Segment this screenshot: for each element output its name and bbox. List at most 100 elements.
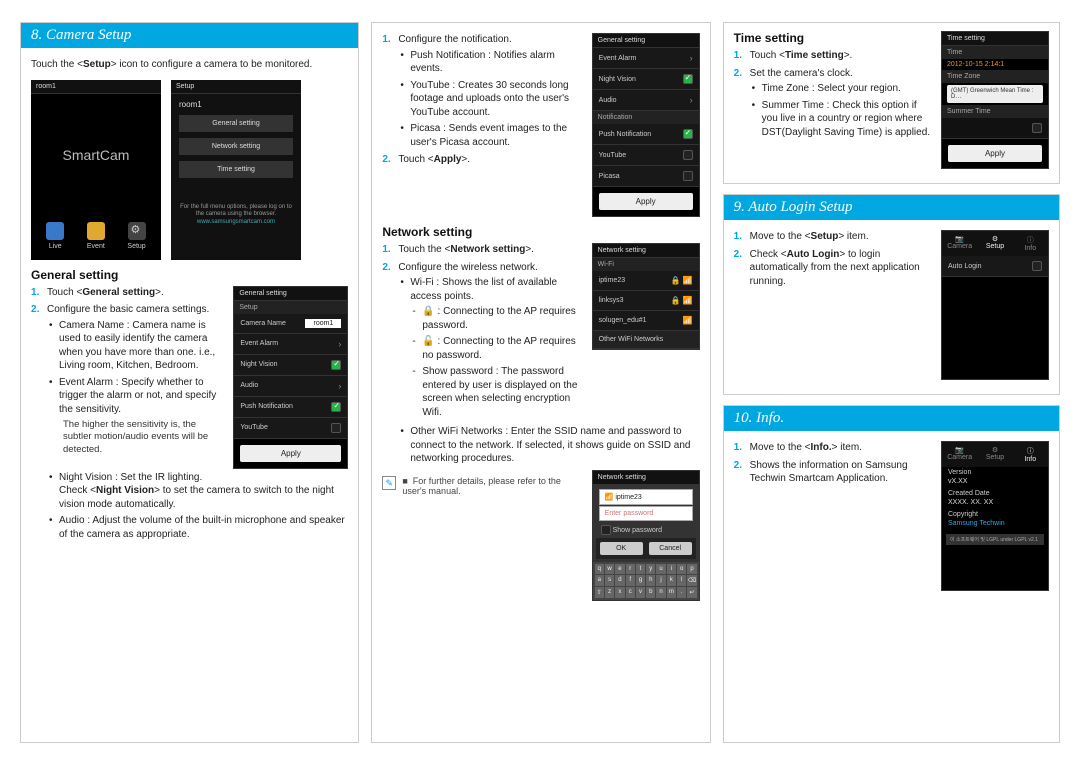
column-2: Configure the notification. Push Notific… (371, 22, 710, 743)
checkbox-on-icon[interactable] (683, 74, 693, 84)
info-version-label: Version (942, 467, 1048, 478)
bullet-event-alarm: Event Alarm : Specify whether to trigger… (47, 376, 225, 417)
tab-info[interactable]: ⓘInfo (1013, 231, 1048, 256)
gs-audio-row[interactable]: Audio› (234, 376, 347, 397)
note-text: For further details, please refer to the… (402, 476, 561, 496)
checkbox-off-icon[interactable] (683, 150, 693, 160)
notif-picasa-row[interactable]: Picasa (593, 166, 699, 187)
manual-page: 8. Camera Setup Touch the <Setup> icon t… (0, 0, 1080, 765)
time-step-2: Set the camera's clock. Time Zone : Sele… (734, 67, 933, 140)
gs-sub: Setup (234, 301, 347, 314)
screenshot-general-setting: General setting Setup Camera Nameroom1 E… (233, 286, 348, 469)
info-created-value: XXXX. XX. XX (942, 499, 1048, 509)
time-setting-heading: Time setting (734, 31, 933, 45)
checkbox-off-icon[interactable] (683, 171, 693, 181)
apply-button[interactable]: Apply (599, 193, 693, 210)
gs-night-vision-row[interactable]: Night Vision (234, 355, 347, 376)
section-8-title: 8. Camera Setup (21, 23, 358, 48)
bullet-night-vision: Night Vision : Set the IR lighting.Check… (47, 471, 348, 512)
gs-camera-name-row[interactable]: Camera Nameroom1 (234, 314, 347, 334)
ok-button[interactable]: OK (600, 542, 643, 555)
notif-section-label: Notification (593, 111, 699, 124)
bullet-picasa: Picasa : Sends event images to the user'… (398, 122, 583, 149)
info-step-1: Move to the <Info.> item. (734, 441, 933, 455)
info-copyright-label: Copyright (942, 509, 1048, 520)
dash-open: 🔓 : Connecting to the AP requires no pas… (410, 335, 583, 362)
cancel-button[interactable]: Cancel (649, 542, 692, 555)
column-3: Time setting Touch <Time setting>. Set t… (723, 22, 1060, 743)
info-footer: 이 소프트웨어 및 LGPL under LGPL v2.1 (946, 534, 1044, 545)
checkbox-off-icon[interactable] (331, 423, 341, 433)
auto-login-row[interactable]: Auto Login (942, 256, 1048, 277)
screenshot-wifi-list: Network setting Wi-Fi iptime23🔒 📶 linksy… (592, 243, 700, 350)
section-8-intro: Touch the <Setup> icon to configure a ca… (31, 58, 348, 72)
notif-step-4: Touch <Apply>. (382, 153, 583, 167)
notif-youtube-row[interactable]: YouTube (593, 145, 699, 166)
bullet-push: Push Notification : Notifies alarm event… (398, 49, 583, 76)
screenshot-setup-menu: Setup room1 General setting Network sett… (171, 80, 301, 260)
apply-button[interactable]: Apply (240, 445, 341, 462)
home-tab-event[interactable]: Event (87, 222, 105, 250)
notif-push-row[interactable]: Push Notification (593, 124, 699, 145)
tab-setup[interactable]: ⚙Setup (977, 442, 1012, 467)
tab-camera[interactable]: 📷Camera (942, 442, 977, 467)
setup-item-network[interactable]: Network setting (179, 138, 293, 155)
notif-night-vision-row[interactable]: Night Vision (593, 69, 699, 90)
section-10-title: 10. Info. (724, 406, 1059, 431)
checkbox-on-icon[interactable] (331, 360, 341, 370)
wifi-ap-2[interactable]: solugen_edu#1📶 (593, 311, 699, 331)
screenshot-info: 📷Camera ⚙Setup ⓘInfo Version vX.XX Creat… (941, 441, 1049, 591)
home-tab-live[interactable]: Live (46, 222, 64, 250)
notif-event-alarm-row[interactable]: Event Alarm› (593, 48, 699, 69)
tab-setup[interactable]: ⚙Setup (977, 231, 1012, 256)
ts-time-label: Time (942, 46, 1048, 59)
tab-camera[interactable]: 📷Camera (942, 231, 977, 256)
info-created-label: Created Date (942, 488, 1048, 499)
auto-step-2: Check <Auto Login> to login automaticall… (734, 248, 933, 289)
bullet-youtube: YouTube : Creates 30 seconds long footag… (398, 79, 583, 120)
show-password-checkbox[interactable] (601, 525, 611, 535)
setup-item-time[interactable]: Time setting (179, 161, 293, 178)
setup-room-label: room1 (171, 94, 301, 109)
setup-item-general[interactable]: General setting (179, 115, 293, 132)
notif-header: General setting (593, 34, 699, 48)
summer-checkbox[interactable] (1032, 123, 1042, 133)
note-row: ✎ ■ For further details, please refer to… (382, 476, 583, 496)
apply-button[interactable]: Apply (948, 145, 1042, 162)
gs-push-row[interactable]: Push Notification (234, 397, 347, 418)
gs-event-alarm-row[interactable]: Event Alarm› (234, 334, 347, 355)
info-box: 10. Info. Move to the <Info.> item. Show… (723, 405, 1060, 743)
bullet-audio: Audio : Adjust the volume of the built-i… (47, 514, 348, 541)
camera-icon (46, 222, 64, 240)
setup-note: For the full menu options, please log on… (171, 204, 301, 227)
gear-icon (128, 222, 146, 240)
timezone-select[interactable]: (GMT) Greenwich Mean Time : D… (947, 85, 1043, 103)
general-step-2: Configure the basic camera settings. Cam… (31, 303, 225, 456)
bullet-wifi: Wi-Fi : Shows the list of available acce… (398, 276, 583, 419)
screenshot-auto-login: 📷Camera ⚙Setup ⓘInfo Auto Login (941, 230, 1049, 380)
bullet-camera-name: Camera Name : Camera name is used to eas… (47, 319, 225, 373)
screenshot-wifi-password: Network setting 📶 iptime23 Enter passwor… (592, 470, 700, 601)
wifipw-header: Network setting (593, 471, 699, 485)
gs-youtube-row[interactable]: YouTube (234, 418, 347, 439)
auto-step-1: Move to the <Setup> item. (734, 230, 933, 244)
screenshot-notification: General setting Event Alarm› Night Visio… (592, 33, 700, 217)
tab-info[interactable]: ⓘInfo (1013, 442, 1048, 467)
home-tab-setup[interactable]: Setup (127, 222, 145, 250)
password-field[interactable]: Enter password (599, 506, 693, 521)
bell-icon (87, 222, 105, 240)
wifi-ap-0[interactable]: iptime23🔒 📶 (593, 271, 699, 291)
checkbox-on-icon[interactable] (683, 129, 693, 139)
note-icon: ✎ (382, 476, 396, 490)
checkbox-off-icon[interactable] (1032, 261, 1042, 271)
keyboard[interactable]: qwertyuiop asdfghjkl⌫ ⇧zxcvbnm.↵ (593, 562, 699, 600)
wifi-ap-1[interactable]: linksys3🔒 📶 (593, 291, 699, 311)
screenshot-smartcam-home: room1 SmartCam Live Event Setup (31, 80, 161, 260)
checkbox-on-icon[interactable] (331, 402, 341, 412)
section-9-title: 9. Auto Login Setup (724, 195, 1059, 220)
wifi-other-row[interactable]: Other WiFi Networks (593, 331, 699, 349)
smartcam-logo: SmartCam (31, 94, 161, 216)
time-setting-box: Time setting Touch <Time setting>. Set t… (723, 22, 1060, 184)
ssid-field[interactable]: 📶 iptime23 (599, 489, 693, 505)
notif-audio-row[interactable]: Audio› (593, 90, 699, 111)
